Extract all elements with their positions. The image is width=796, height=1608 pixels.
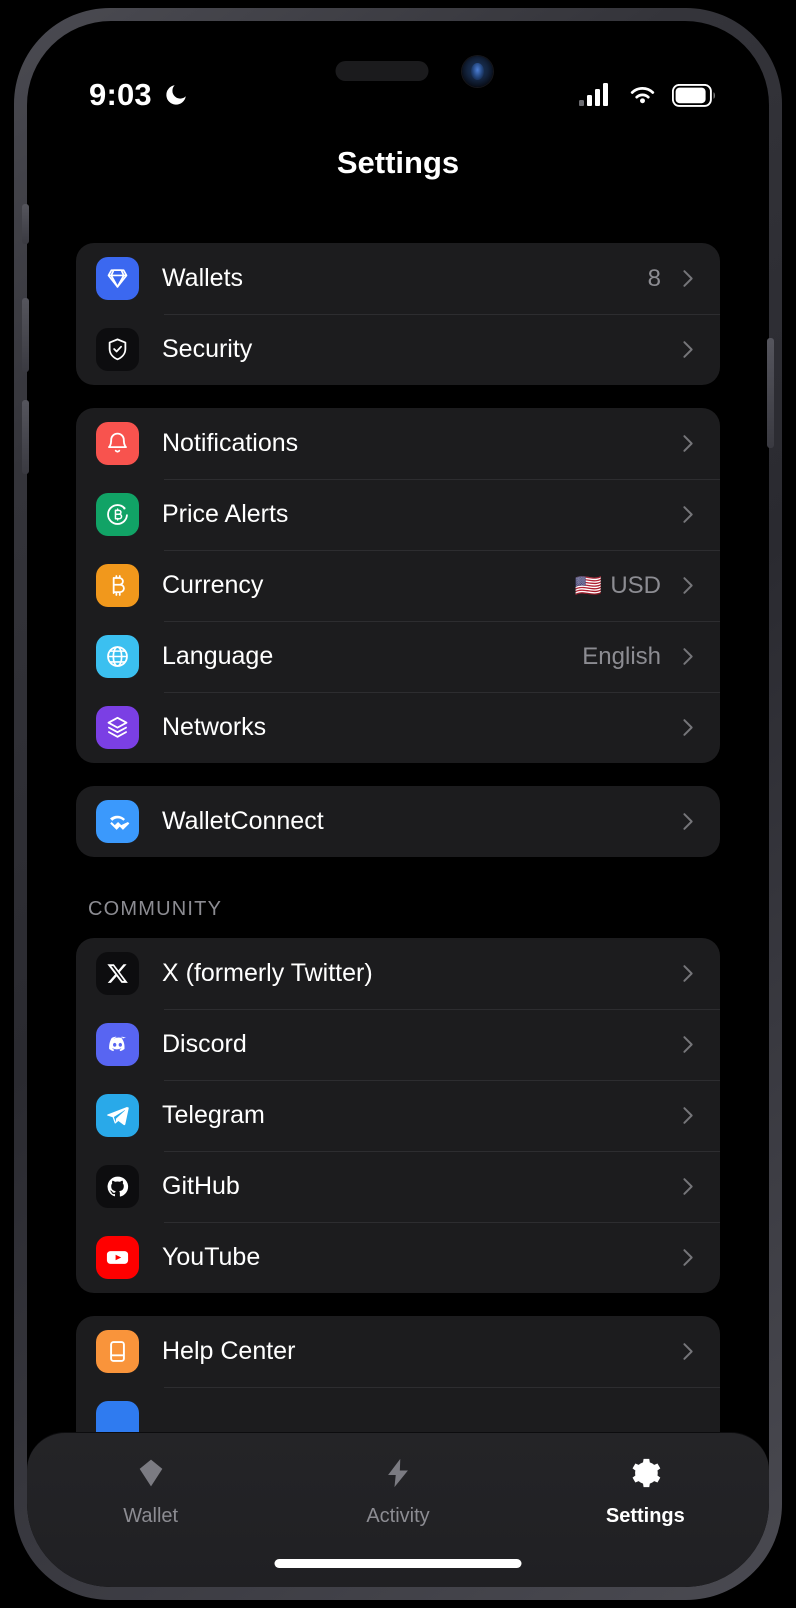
tab-settings[interactable]: Settings xyxy=(522,1456,769,1528)
chevron-right-icon xyxy=(683,965,693,982)
shield-check-icon xyxy=(96,328,139,371)
settings-row-help-center[interactable]: Help Center xyxy=(76,1316,720,1387)
settings-row-walletconnect[interactable]: WalletConnect xyxy=(76,786,720,857)
chevron-right-icon xyxy=(683,341,693,358)
tab-wallet[interactable]: Wallet xyxy=(27,1456,274,1528)
settings-row-label: Telegram xyxy=(162,1101,265,1129)
bitcoin-icon xyxy=(96,564,139,607)
wifi-icon xyxy=(630,86,655,104)
chevron-right-icon xyxy=(683,648,693,665)
settings-row-price-alerts[interactable]: Price Alerts xyxy=(76,479,720,550)
layers-icon xyxy=(96,706,139,749)
settings-row-value: 🇺🇸 USD xyxy=(575,572,661,600)
chevron-right-icon xyxy=(683,270,693,287)
settings-row-label: GitHub xyxy=(162,1172,240,1200)
device-frame: 9:03 Settings Wallets 8 Security Notific… xyxy=(14,8,782,1600)
cellular-signal-icon xyxy=(579,83,608,106)
settings-row-value: 8 xyxy=(648,265,661,293)
bitcoin-circle-icon xyxy=(96,493,139,536)
tab-activity[interactable]: Activity xyxy=(274,1456,521,1528)
status-bar-right xyxy=(579,83,717,107)
settings-row-label: Price Alerts xyxy=(162,500,289,528)
settings-row-label: Security xyxy=(162,335,253,363)
settings-scroll-area[interactable]: Wallets 8 Security Notifications Price Alert… xyxy=(27,201,769,1587)
settings-row-label: Wallets xyxy=(162,264,244,292)
settings-row-label: WalletConnect xyxy=(162,807,324,835)
settings-row-telegram[interactable]: Telegram xyxy=(76,1080,720,1151)
settings-row-language[interactable]: Language English xyxy=(76,621,720,692)
settings-row-label: YouTube xyxy=(162,1243,261,1271)
volume-down-button[interactable] xyxy=(22,400,29,474)
chevron-right-icon xyxy=(683,435,693,452)
home-indicator[interactable] xyxy=(274,1559,522,1568)
battery-icon xyxy=(672,83,715,107)
settings-row-label: X (formerly Twitter) xyxy=(162,959,373,987)
bell-icon xyxy=(96,422,139,465)
discord-icon xyxy=(96,1023,139,1066)
dynamic-island xyxy=(335,61,429,81)
mute-switch[interactable] xyxy=(22,204,29,244)
settings-row-value-text: 8 xyxy=(647,264,661,292)
settings-row-label: Discord xyxy=(162,1030,247,1058)
flag-icon: 🇺🇸 xyxy=(574,572,603,598)
tab-label: Wallet xyxy=(123,1505,179,1527)
chevron-right-icon xyxy=(683,813,693,830)
settings-row-value: English xyxy=(582,643,661,671)
account-group: Wallets 8 Security xyxy=(76,243,720,385)
status-time: 9:03 xyxy=(89,77,152,112)
x-icon xyxy=(96,952,139,995)
section-header-community-group: COMMUNITY xyxy=(88,898,223,920)
walletconnect-group: WalletConnect xyxy=(76,786,720,857)
settings-row-youtube[interactable]: YouTube xyxy=(76,1222,720,1293)
settings-row-security[interactable]: Security xyxy=(76,314,720,385)
page-title: Settings xyxy=(336,145,460,180)
power-button[interactable] xyxy=(767,338,774,448)
settings-row-x-twitter[interactable]: X (formerly Twitter) xyxy=(76,938,720,1009)
tab-label: Settings xyxy=(605,1505,685,1527)
chevron-right-icon xyxy=(683,719,693,736)
moon-icon xyxy=(166,85,186,105)
walletconnect-icon xyxy=(96,800,139,843)
chevron-right-icon xyxy=(683,506,693,523)
front-camera-icon xyxy=(462,56,493,87)
preferences-group: Notifications Price Alerts Currency 🇺🇸 USD La… xyxy=(76,408,720,763)
chevron-right-icon xyxy=(683,1107,693,1124)
settings-row-networks[interactable]: Networks xyxy=(76,692,720,763)
community-group: X (formerly Twitter) Discord Telegram GitHu… xyxy=(76,938,720,1293)
settings-row-label: Currency xyxy=(162,571,264,599)
globe-icon xyxy=(96,635,139,678)
settings-row-label: Notifications xyxy=(162,429,299,457)
lightning-icon xyxy=(381,1456,415,1495)
telegram-icon xyxy=(96,1094,139,1137)
status-bar-left: 9:03 xyxy=(89,77,189,113)
chevron-right-icon xyxy=(683,1178,693,1195)
settings-row-label: Help Center xyxy=(162,1337,296,1365)
settings-row-currency[interactable]: Currency 🇺🇸 USD xyxy=(76,550,720,621)
diamond-icon xyxy=(134,1456,168,1495)
settings-row-notifications[interactable]: Notifications xyxy=(76,408,720,479)
gear-icon xyxy=(628,1456,662,1495)
settings-row-wallets[interactable]: Wallets 8 xyxy=(76,243,720,314)
settings-row-discord[interactable]: Discord xyxy=(76,1009,720,1080)
chevron-right-icon xyxy=(683,1343,693,1360)
github-icon xyxy=(96,1165,139,1208)
settings-row-label: Language xyxy=(162,642,274,670)
book-icon xyxy=(96,1330,139,1373)
chevron-right-icon xyxy=(683,1036,693,1053)
diamond-icon xyxy=(96,257,139,300)
tab-label: Activity xyxy=(366,1505,430,1527)
settings-row-github[interactable]: GitHub xyxy=(76,1151,720,1222)
chevron-right-icon xyxy=(683,577,693,594)
volume-up-button[interactable] xyxy=(22,298,29,372)
chevron-right-icon xyxy=(683,1249,693,1266)
settings-row-value-text: USD xyxy=(610,571,661,599)
youtube-icon xyxy=(96,1236,139,1279)
settings-row-label: Networks xyxy=(162,713,267,741)
device-screen: 9:03 Settings Wallets 8 Security Notific… xyxy=(27,21,769,1587)
settings-row-value-text: English xyxy=(582,642,661,670)
